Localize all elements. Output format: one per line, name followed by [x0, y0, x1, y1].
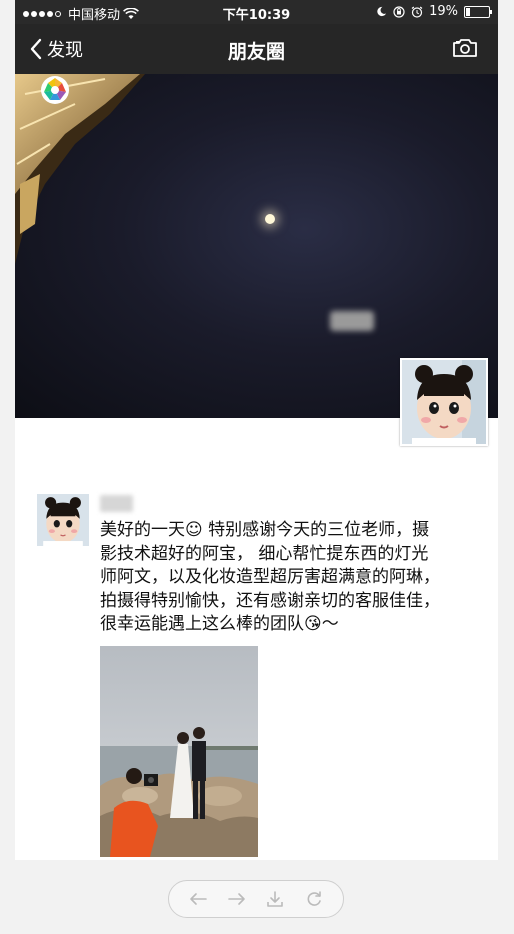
alarm-icon [411, 6, 423, 18]
child-avatar-image [37, 494, 89, 546]
battery-icon [464, 5, 492, 18]
back-button[interactable]: 发现 [29, 36, 83, 62]
download-button[interactable] [263, 887, 287, 911]
refresh-button[interactable] [302, 887, 326, 911]
page-title: 朋友圈 [227, 41, 285, 63]
browser-toolbar [168, 880, 344, 918]
post-username-blurred[interactable] [100, 495, 133, 512]
back-arrow-button[interactable] [186, 887, 210, 911]
nav-bar: 发现 朋友圈 [15, 24, 498, 74]
username-blurred [330, 311, 374, 331]
post-text: 美好的一天☺ 特别感谢今天的三位老师，摄 影技术超好的阿宝， 细心帮忙提东西的灯… [100, 520, 440, 634]
child-avatar-image [402, 360, 486, 444]
camera-icon [453, 39, 477, 57]
refresh-icon [307, 891, 321, 906]
post-avatar[interactable] [37, 494, 89, 546]
wedding-photo-image [100, 646, 258, 857]
post-photo[interactable] [100, 646, 258, 857]
moon-icon [377, 6, 387, 17]
status-right: 19% [376, 4, 492, 19]
status-bar: 中国移动 下午10:39 19% [15, 0, 498, 24]
back-label: 发现 [47, 40, 83, 61]
back-arrow-icon [190, 893, 208, 905]
moon-image [265, 214, 275, 224]
download-icon [267, 891, 284, 907]
forward-arrow-button[interactable] [225, 887, 249, 911]
camera-button[interactable] [452, 38, 478, 62]
chevron-left-icon [30, 38, 42, 60]
battery-level [466, 7, 470, 16]
moments-screen: 中国移动 下午10:39 19% 发现 朋友圈 美好的一天☺ 特别感谢今天的三位… [15, 0, 498, 860]
forward-arrow-icon [227, 893, 245, 905]
rotation-lock-icon [393, 5, 405, 18]
battery-percent: 19% [429, 4, 458, 19]
profile-avatar[interactable] [400, 358, 488, 446]
color-aperture-icon [41, 76, 69, 104]
building-image [15, 74, 145, 264]
